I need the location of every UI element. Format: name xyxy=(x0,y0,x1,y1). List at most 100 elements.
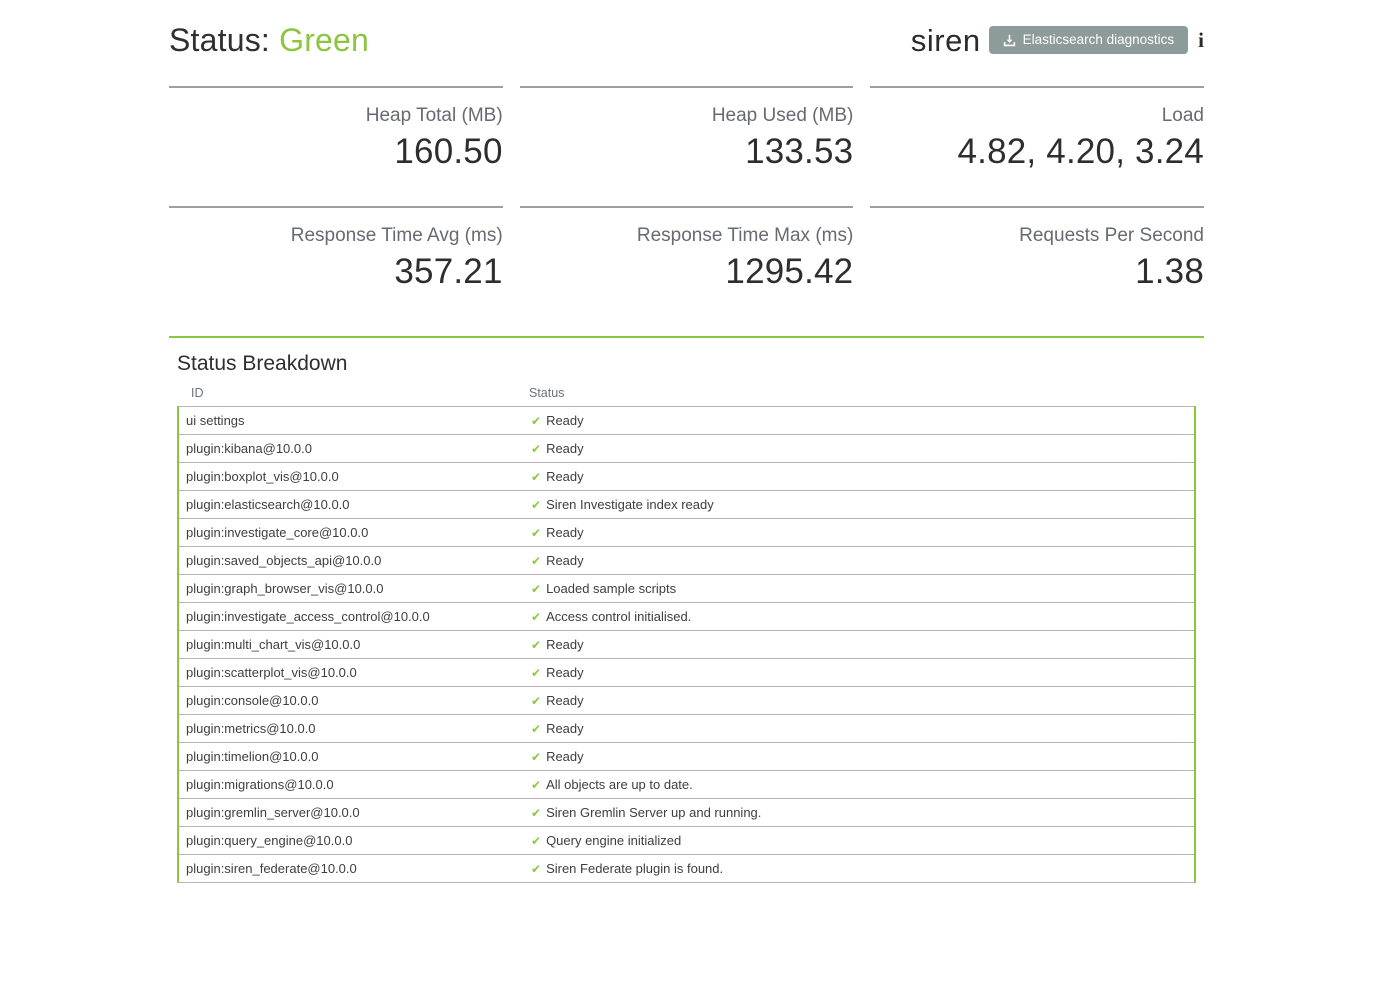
metric-card: Response Time Avg (ms) 357.21 xyxy=(169,206,503,296)
check-icon: ✔ xyxy=(531,471,541,483)
table-row: plugin:investigate_access_control@10.0.0… xyxy=(179,602,1194,630)
row-status: ✔ Ready xyxy=(531,553,1194,568)
row-id: plugin:migrations@10.0.0 xyxy=(179,777,531,792)
row-id: plugin:elasticsearch@10.0.0 xyxy=(179,497,531,512)
row-id: ui settings xyxy=(179,413,531,428)
row-status-text: Siren Investigate index ready xyxy=(546,497,714,512)
section-divider xyxy=(169,336,1204,338)
row-status: ✔ Access control initialised. xyxy=(531,609,1194,624)
metric-value: 357.21 xyxy=(169,249,503,295)
check-icon: ✔ xyxy=(531,835,541,847)
row-status-text: Ready xyxy=(546,413,584,428)
metric-card: Response Time Max (ms) 1295.42 xyxy=(520,206,854,296)
metric-value: 1295.42 xyxy=(520,249,854,295)
column-header-status: Status xyxy=(529,386,1196,400)
metric-card: Requests Per Second 1.38 xyxy=(870,206,1204,296)
check-icon: ✔ xyxy=(531,443,541,455)
row-status-text: Ready xyxy=(546,693,584,708)
table-row: plugin:elasticsearch@10.0.0 ✔ Siren Inve… xyxy=(179,490,1194,518)
row-status-text: Loaded sample scripts xyxy=(546,581,676,596)
row-status: ✔ Ready xyxy=(531,721,1194,736)
row-status: ✔ Siren Gremlin Server up and running. xyxy=(531,805,1194,820)
row-status-text: Siren Federate plugin is found. xyxy=(546,861,723,876)
row-status: ✔ All objects are up to date. xyxy=(531,777,1194,792)
row-id: plugin:console@10.0.0 xyxy=(179,693,531,708)
table-row: plugin:kibana@10.0.0 ✔ Ready xyxy=(179,434,1194,462)
row-id: plugin:investigate_access_control@10.0.0 xyxy=(179,609,531,624)
check-icon: ✔ xyxy=(531,807,541,819)
table-row: plugin:timelion@10.0.0 ✔ Ready xyxy=(179,742,1194,770)
row-status: ✔ Ready xyxy=(531,693,1194,708)
table-row: plugin:metrics@10.0.0 ✔ Ready xyxy=(179,714,1194,742)
row-id: plugin:investigate_core@10.0.0 xyxy=(179,525,531,540)
row-id: plugin:query_engine@10.0.0 xyxy=(179,833,531,848)
metric-label: Load xyxy=(870,104,1204,129)
column-header-id: ID xyxy=(177,386,529,400)
row-status-text: Query engine initialized xyxy=(546,833,681,848)
metric-card: Load 4.82, 4.20, 3.24 xyxy=(870,86,1204,176)
row-status: ✔ Ready xyxy=(531,441,1194,456)
check-icon: ✔ xyxy=(531,723,541,735)
table-row: plugin:console@10.0.0 ✔ Ready xyxy=(179,686,1194,714)
row-status: ✔ Siren Federate plugin is found. xyxy=(531,861,1194,876)
check-icon: ✔ xyxy=(531,527,541,539)
metric-label: Response Time Avg (ms) xyxy=(169,224,503,249)
table-row: plugin:gremlin_server@10.0.0 ✔ Siren Gre… xyxy=(179,798,1194,826)
check-icon: ✔ xyxy=(531,499,541,511)
table-row: plugin:multi_chart_vis@10.0.0 ✔ Ready xyxy=(179,630,1194,658)
row-status-text: Ready xyxy=(546,749,584,764)
check-icon: ✔ xyxy=(531,667,541,679)
row-status: ✔ Siren Investigate index ready xyxy=(531,497,1194,512)
elasticsearch-diagnostics-button[interactable]: Elasticsearch diagnostics xyxy=(989,26,1189,54)
download-icon xyxy=(1003,34,1016,47)
topbar-actions: siren Elasticsearch diagnostics i xyxy=(911,25,1204,56)
row-status: ✔ Ready xyxy=(531,749,1194,764)
metric-value: 4.82, 4.20, 3.24 xyxy=(870,129,1204,175)
row-status-text: All objects are up to date. xyxy=(546,777,693,792)
metric-label: Response Time Max (ms) xyxy=(520,224,854,249)
table-row: ui settings ✔ Ready xyxy=(179,406,1194,434)
table-row: plugin:boxplot_vis@10.0.0 ✔ Ready xyxy=(179,462,1194,490)
metric-label: Heap Used (MB) xyxy=(520,104,854,129)
check-icon: ✔ xyxy=(531,639,541,651)
row-id: plugin:boxplot_vis@10.0.0 xyxy=(179,469,531,484)
row-id: plugin:kibana@10.0.0 xyxy=(179,441,531,456)
breakdown-title: Status Breakdown xyxy=(177,352,1196,376)
row-id: plugin:saved_objects_api@10.0.0 xyxy=(179,553,531,568)
table-row: plugin:query_engine@10.0.0 ✔ Query engin… xyxy=(179,826,1194,854)
table-row: plugin:investigate_core@10.0.0 ✔ Ready xyxy=(179,518,1194,546)
check-icon: ✔ xyxy=(531,751,541,763)
row-id: plugin:multi_chart_vis@10.0.0 xyxy=(179,637,531,652)
row-status-text: Ready xyxy=(546,553,584,568)
row-id: plugin:gremlin_server@10.0.0 xyxy=(179,805,531,820)
check-icon: ✔ xyxy=(531,695,541,707)
row-id: plugin:graph_browser_vis@10.0.0 xyxy=(179,581,531,596)
row-status-text: Access control initialised. xyxy=(546,609,691,624)
info-icon[interactable]: i xyxy=(1196,30,1204,51)
table-header: ID Status xyxy=(177,386,1196,406)
row-status-text: Ready xyxy=(546,441,584,456)
metric-label: Heap Total (MB) xyxy=(169,104,503,129)
metric-value: 160.50 xyxy=(169,129,503,175)
status-label: Status: xyxy=(169,22,270,58)
topbar: Status: Green siren Elasticsearch diagno… xyxy=(169,12,1204,68)
diagnostics-button-label: Elasticsearch diagnostics xyxy=(1023,32,1175,48)
table-row: plugin:scatterplot_vis@10.0.0 ✔ Ready xyxy=(179,658,1194,686)
status-value: Green xyxy=(279,22,369,58)
row-status: ✔ Loaded sample scripts xyxy=(531,581,1194,596)
status-breakdown-section: Status Breakdown ID Status ui settings ✔… xyxy=(169,352,1204,883)
check-icon: ✔ xyxy=(531,611,541,623)
metric-value: 1.38 xyxy=(870,249,1204,295)
row-id: plugin:timelion@10.0.0 xyxy=(179,749,531,764)
row-id: plugin:siren_federate@10.0.0 xyxy=(179,861,531,876)
row-status: ✔ Ready xyxy=(531,525,1194,540)
metric-card: Heap Used (MB) 133.53 xyxy=(520,86,854,176)
status-table: ui settings ✔ Ready plugin:kibana@10.0.0… xyxy=(177,406,1196,883)
metric-card: Heap Total (MB) 160.50 xyxy=(169,86,503,176)
table-row: plugin:saved_objects_api@10.0.0 ✔ Ready xyxy=(179,546,1194,574)
page-title: Status: Green xyxy=(169,22,369,59)
row-status-text: Ready xyxy=(546,637,584,652)
table-row: plugin:siren_federate@10.0.0 ✔ Siren Fed… xyxy=(179,854,1194,882)
metrics-grid: Heap Total (MB) 160.50 Heap Used (MB) 13… xyxy=(169,86,1204,296)
metric-label: Requests Per Second xyxy=(870,224,1204,249)
